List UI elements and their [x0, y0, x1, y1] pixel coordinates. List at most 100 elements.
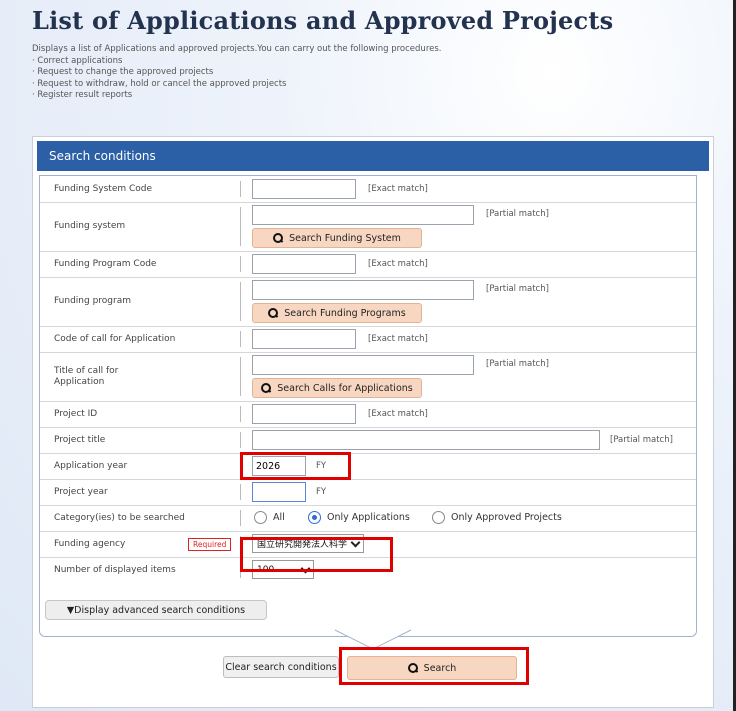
row-funding-program-code: Funding Program Code [Exact match] [40, 251, 696, 278]
required-badge: Required [188, 538, 232, 551]
procedure-item: · Register result reports [32, 90, 133, 100]
column-divider [240, 406, 241, 422]
funding-agency-value: 国立研究開発法人科学 [257, 540, 348, 550]
displayed-items-select[interactable]: 100 [252, 560, 314, 579]
category-option-all: All [273, 512, 285, 523]
project-title-label: Project title [54, 435, 106, 445]
row-application-year: Application year FY [40, 453, 696, 480]
search-icon [268, 308, 279, 318]
call-title-input[interactable] [252, 355, 474, 375]
column-divider [240, 181, 241, 197]
page-description: Displays a list of Applications and appr… [32, 44, 442, 54]
application-year-label: Application year [54, 461, 128, 471]
chevron-down-icon [300, 563, 311, 573]
exact-match-note: [Exact match] [368, 409, 428, 419]
funding-program-code-label: Funding Program Code [54, 259, 157, 269]
funding-program-code-input[interactable] [252, 254, 356, 274]
exact-match-note: [Exact match] [368, 259, 428, 269]
funding-program-label: Funding program [54, 296, 132, 306]
project-title-input[interactable] [252, 430, 600, 450]
partial-match-note: [Partial match] [486, 284, 549, 294]
radio-icon [432, 511, 445, 524]
category-label: Category(ies) to be searched [54, 513, 185, 523]
search-funding-system-label: Search Funding System [289, 232, 401, 244]
radio-icon [254, 511, 267, 524]
search-icon [407, 663, 418, 673]
search-button-label: Search [423, 662, 457, 674]
search-calls-label: Search Calls for Applications [277, 382, 413, 394]
column-divider [240, 282, 241, 321]
project-year-label: Project year [54, 487, 108, 497]
procedure-item: · Request to withdraw, hold or cancel th… [32, 78, 287, 89]
row-funding-system-code: Funding System Code [Exact match] [40, 176, 696, 203]
row-call-title: Title of call for Application [Partial m… [40, 352, 696, 402]
funding-system-label: Funding system [54, 221, 126, 231]
category-option-approved: Only Approved Projects [451, 512, 562, 523]
fy-unit: FY [316, 487, 327, 497]
search-form: Funding System Code [Exact match] Fundin… [39, 175, 697, 637]
partial-match-note: [Partial match] [486, 209, 549, 219]
page-intro: Displays a list of Applications and appr… [32, 44, 442, 102]
partial-match-note: [Partial match] [610, 435, 673, 445]
row-category: Category(ies) to be searched All Only Ap… [40, 505, 696, 532]
search-funding-programs-label: Search Funding Programs [284, 307, 406, 319]
row-funding-agency: Funding agency Required 国立研究開発法人科学 [40, 531, 696, 558]
displayed-items-label: Number of displayed items [54, 565, 176, 575]
column-divider [240, 536, 241, 552]
project-id-label: Project ID [54, 409, 98, 419]
search-funding-system-button[interactable]: Search Funding System [252, 228, 422, 248]
fy-unit: FY [316, 461, 327, 471]
project-id-input[interactable] [252, 404, 356, 424]
search-conditions-header: Search conditions [37, 141, 709, 171]
procedure-item: · Correct applications [32, 55, 123, 66]
exact-match-note: [Exact match] [368, 184, 428, 194]
category-radio-applications[interactable]: Only Applications [308, 511, 410, 524]
search-panel: Search conditions Funding System Code [E… [32, 136, 714, 708]
search-calls-button[interactable]: Search Calls for Applications [252, 378, 422, 398]
funding-agency-label: Funding agency [54, 539, 126, 549]
radio-selected-icon [308, 511, 321, 524]
call-code-label: Code of call for Application [54, 334, 176, 344]
search-icon [261, 383, 272, 393]
category-radio-all[interactable]: All [254, 511, 285, 524]
arrow-connector-icon [334, 629, 412, 650]
procedure-item: · Request to change the approved project… [32, 67, 214, 77]
row-project-year: Project year FY [40, 479, 696, 506]
chevron-down-icon [350, 537, 361, 547]
funding-system-code-input[interactable] [252, 179, 356, 199]
funding-system-input[interactable] [252, 205, 474, 225]
search-button[interactable]: Search [347, 656, 517, 680]
exact-match-note: [Exact match] [368, 334, 428, 344]
category-radio-approved[interactable]: Only Approved Projects [432, 511, 562, 524]
column-divider [240, 562, 241, 578]
column-divider [240, 458, 241, 474]
search-icon [273, 233, 284, 243]
displayed-items-value: 100 [257, 564, 275, 575]
funding-system-code-label: Funding System Code [54, 184, 153, 194]
call-title-label: Title of call for Application [54, 366, 119, 387]
row-call-code: Code of call for Application [Exact matc… [40, 326, 696, 353]
column-divider [240, 207, 241, 246]
column-divider [240, 510, 241, 526]
row-project-title: Project title [Partial match] [40, 427, 696, 454]
funding-program-input[interactable] [252, 280, 474, 300]
project-year-input[interactable] [252, 482, 306, 502]
row-funding-program: Funding program [Partial match] Search F… [40, 277, 696, 327]
column-divider [240, 432, 241, 448]
application-year-input[interactable] [252, 456, 306, 476]
column-divider [240, 331, 241, 347]
partial-match-note: [Partial match] [486, 359, 549, 369]
column-divider [240, 484, 241, 500]
advanced-search-toggle[interactable]: ▼Display advanced search conditions [45, 600, 267, 620]
row-project-id: Project ID [Exact match] [40, 401, 696, 428]
clear-search-conditions-button[interactable]: Clear search conditions [223, 656, 339, 678]
column-divider [240, 357, 241, 396]
category-option-applications: Only Applications [327, 512, 410, 523]
page-title: List of Applications and Approved Projec… [32, 6, 614, 35]
call-code-input[interactable] [252, 329, 356, 349]
column-divider [240, 256, 241, 272]
funding-agency-select[interactable]: 国立研究開発法人科学 [252, 534, 364, 553]
row-displayed-items: Number of displayed items 100 [40, 557, 696, 583]
row-funding-system: Funding system [Partial match] Search Fu… [40, 202, 696, 252]
search-funding-programs-button[interactable]: Search Funding Programs [252, 303, 422, 323]
